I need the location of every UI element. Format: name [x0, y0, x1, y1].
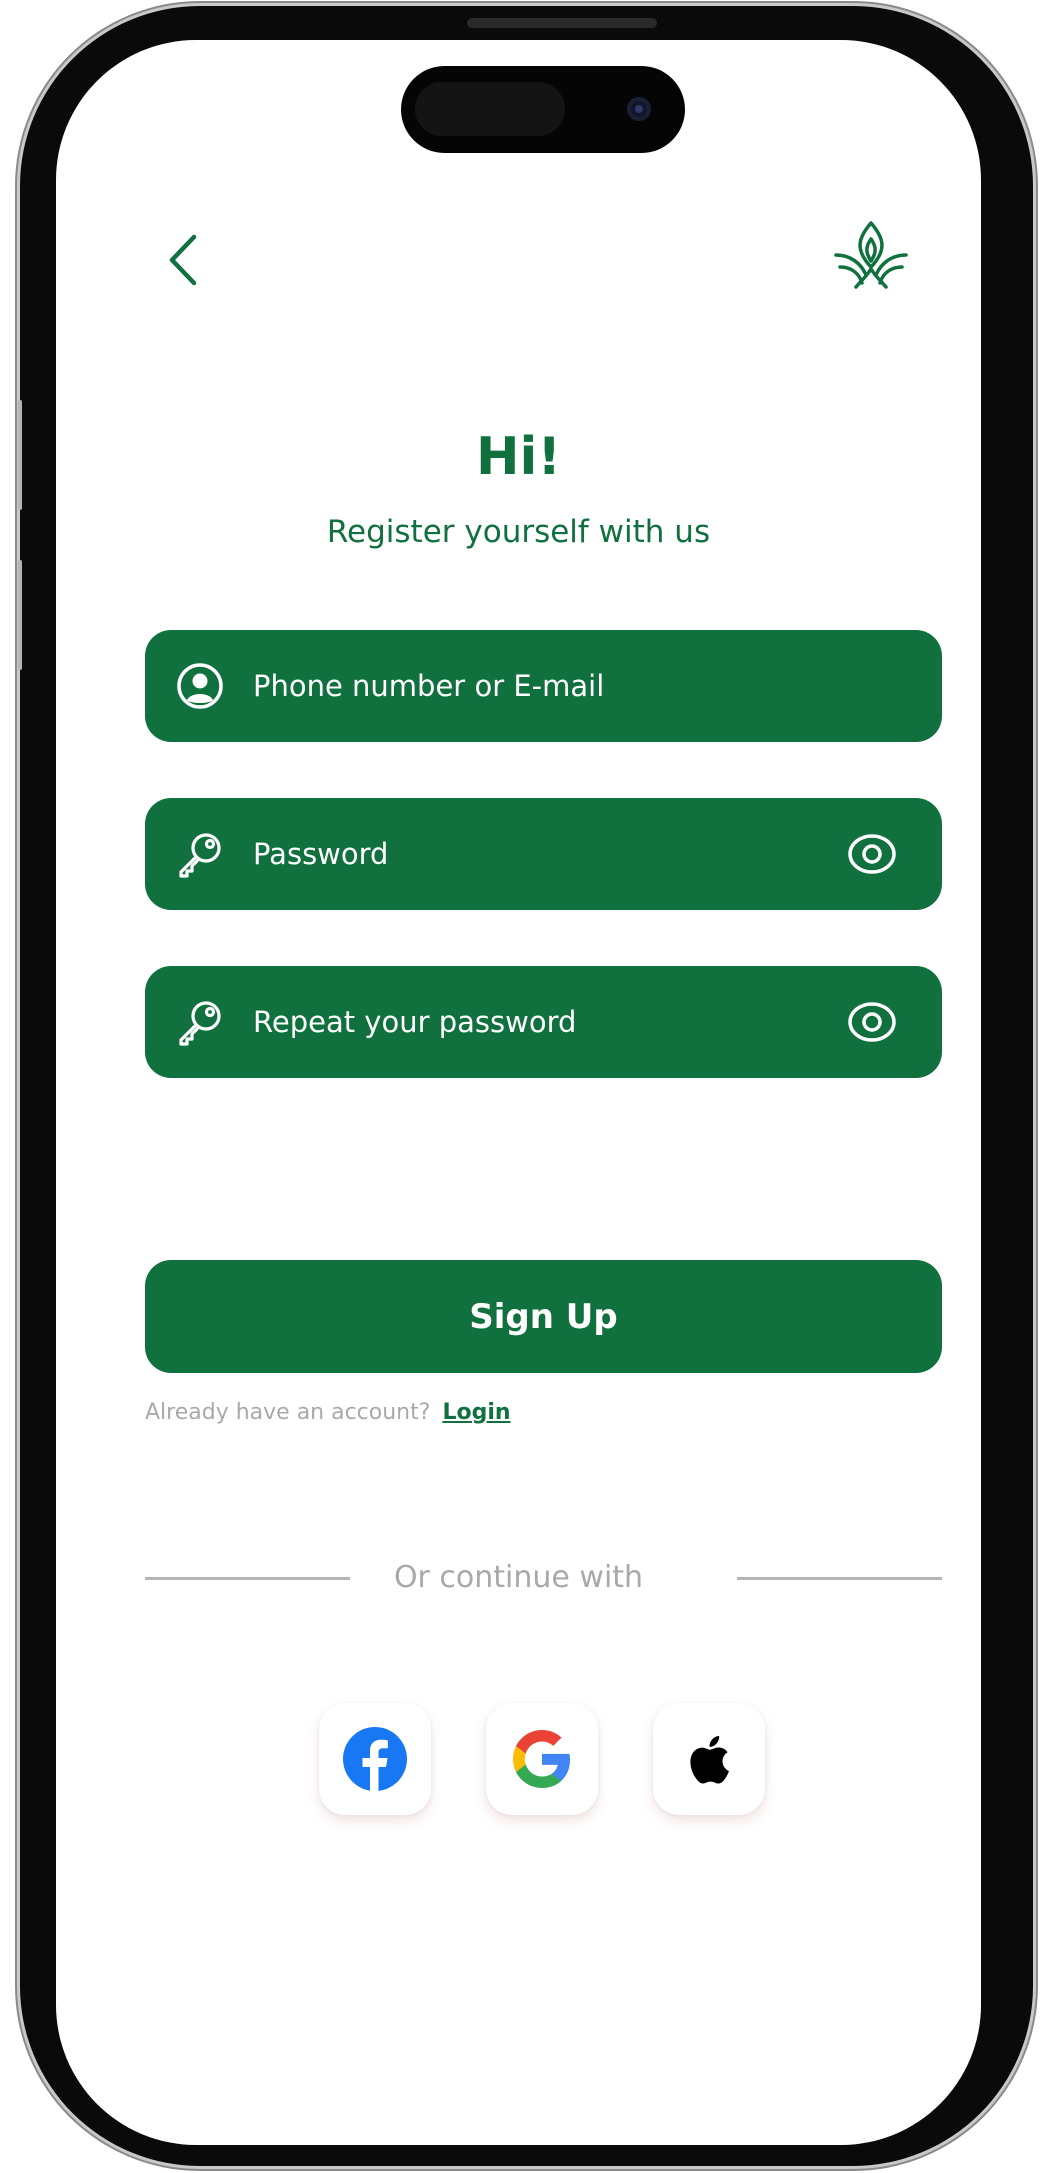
repeat-password-input[interactable]: [253, 966, 832, 1078]
user-circle-icon: [177, 663, 223, 709]
divider-right: [737, 1577, 942, 1580]
login-prompt-text: Already have an account?: [145, 1400, 431, 1425]
side-button: [18, 400, 22, 510]
page-title: Hi!: [475, 427, 562, 487]
password-field[interactable]: [145, 798, 942, 910]
chevron-left-icon: [169, 234, 197, 286]
key-icon: [179, 1001, 221, 1046]
app-screen: Hi! Register yourself with us Phone numb…: [56, 40, 981, 2145]
back-button[interactable]: [156, 225, 216, 295]
identifier-input[interactable]: [253, 630, 832, 742]
repeat-password-field[interactable]: [145, 966, 942, 1078]
speaker-grille: [467, 18, 657, 28]
logo: [826, 215, 916, 305]
google-icon: [513, 1730, 570, 1788]
facebook-icon: [343, 1727, 407, 1791]
facebook-button[interactable]: [319, 1703, 431, 1815]
apple-button[interactable]: [653, 1703, 765, 1815]
eye-icon[interactable]: [847, 1000, 897, 1044]
login-link[interactable]: Login: [442, 1400, 510, 1425]
identifier-field[interactable]: [145, 630, 942, 742]
google-button[interactable]: [486, 1703, 598, 1815]
leaf-lotus-logo: [834, 221, 908, 289]
password-input[interactable]: [253, 798, 832, 910]
key-icon: [179, 833, 221, 878]
page-subtitle: Register yourself with us: [326, 514, 711, 550]
login-prompt: Already have an account? Login: [145, 1400, 511, 1425]
side-button: [18, 560, 22, 670]
dynamic-island: [401, 66, 685, 153]
signup-button[interactable]: Sign Up: [145, 1260, 942, 1373]
apple-icon: [690, 1735, 729, 1784]
camera-icon: [627, 97, 651, 121]
eye-icon[interactable]: [847, 832, 897, 876]
